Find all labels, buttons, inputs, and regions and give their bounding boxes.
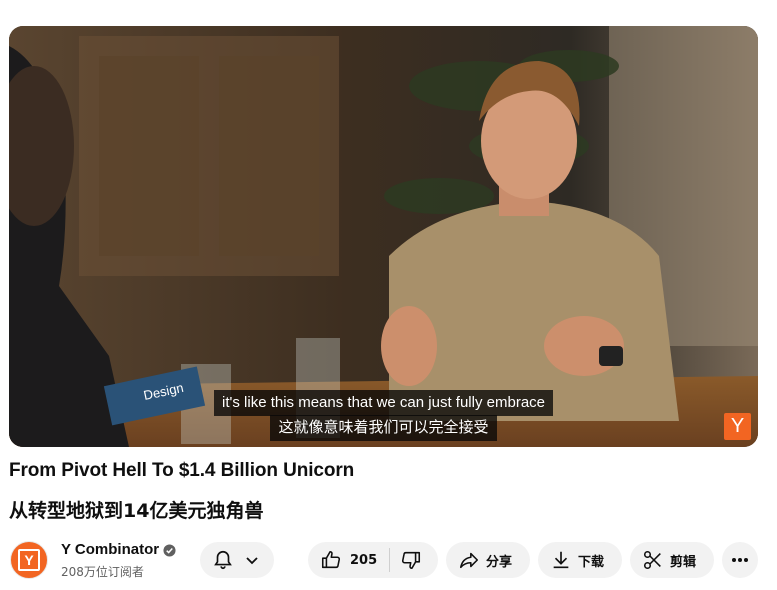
video-player[interactable]: Design it's like this means that we can … — [9, 26, 758, 447]
thumbs-down-icon[interactable] — [400, 549, 422, 571]
like-count[interactable]: 205 — [350, 553, 377, 568]
channel-avatar[interactable]: Y — [10, 541, 48, 579]
clip-label: 剪辑 — [670, 554, 697, 570]
clip-button[interactable]: 剪辑 — [630, 542, 714, 578]
download-icon — [550, 549, 572, 571]
bell-icon — [212, 549, 234, 571]
channel-watermark[interactable]: Y — [724, 413, 751, 440]
share-label: 分享 — [486, 554, 513, 570]
video-frame: Design — [9, 26, 758, 447]
subtitle-chinese: 这就像意味着我们可以完全接受 — [9, 415, 758, 441]
thumbs-up-icon[interactable] — [320, 549, 342, 571]
video-title-chinese: 从转型地狱到14亿美元独角兽 — [9, 500, 264, 522]
share-icon — [458, 549, 480, 571]
subscriber-count: 208万位订阅者 — [61, 565, 144, 579]
like-dislike-group: 205 — [308, 542, 438, 578]
more-actions-button[interactable] — [722, 542, 758, 578]
scissors-icon — [642, 549, 664, 571]
share-button[interactable]: 分享 — [446, 542, 530, 578]
verified-icon — [163, 544, 176, 557]
download-button[interactable]: 下载 — [538, 542, 622, 578]
avatar-letter: Y — [18, 549, 40, 571]
notification-button[interactable] — [200, 542, 274, 578]
more-icon — [730, 550, 750, 570]
channel-name[interactable]: Y Combinator — [61, 541, 159, 558]
download-label: 下载 — [578, 554, 605, 570]
chevron-down-icon — [244, 552, 260, 568]
like-divider — [389, 548, 391, 572]
subtitle-english: it's like this means that we can just fu… — [9, 390, 758, 416]
video-title-english: From Pivot Hell To $1.4 Billion Unicorn — [9, 460, 355, 481]
